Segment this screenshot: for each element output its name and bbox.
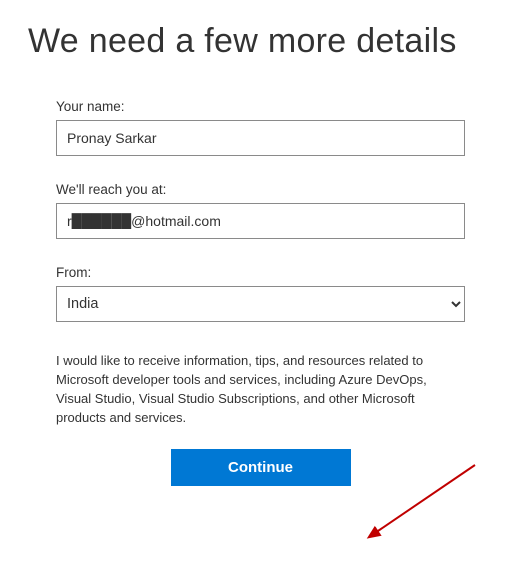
country-select[interactable]: India	[56, 286, 465, 322]
email-input[interactable]	[56, 203, 465, 239]
details-form: Your name: We'll reach you at: From: Ind…	[0, 61, 521, 486]
name-input[interactable]	[56, 120, 465, 156]
page-title: We need a few more details	[0, 0, 521, 61]
email-field-group: We'll reach you at:	[56, 182, 465, 239]
consent-text: I would like to receive information, tip…	[56, 352, 465, 427]
continue-button[interactable]: Continue	[171, 449, 351, 486]
name-label: Your name:	[56, 99, 465, 114]
name-field-group: Your name:	[56, 99, 465, 156]
country-field-group: From: India	[56, 265, 465, 322]
email-label: We'll reach you at:	[56, 182, 465, 197]
country-label: From:	[56, 265, 465, 280]
